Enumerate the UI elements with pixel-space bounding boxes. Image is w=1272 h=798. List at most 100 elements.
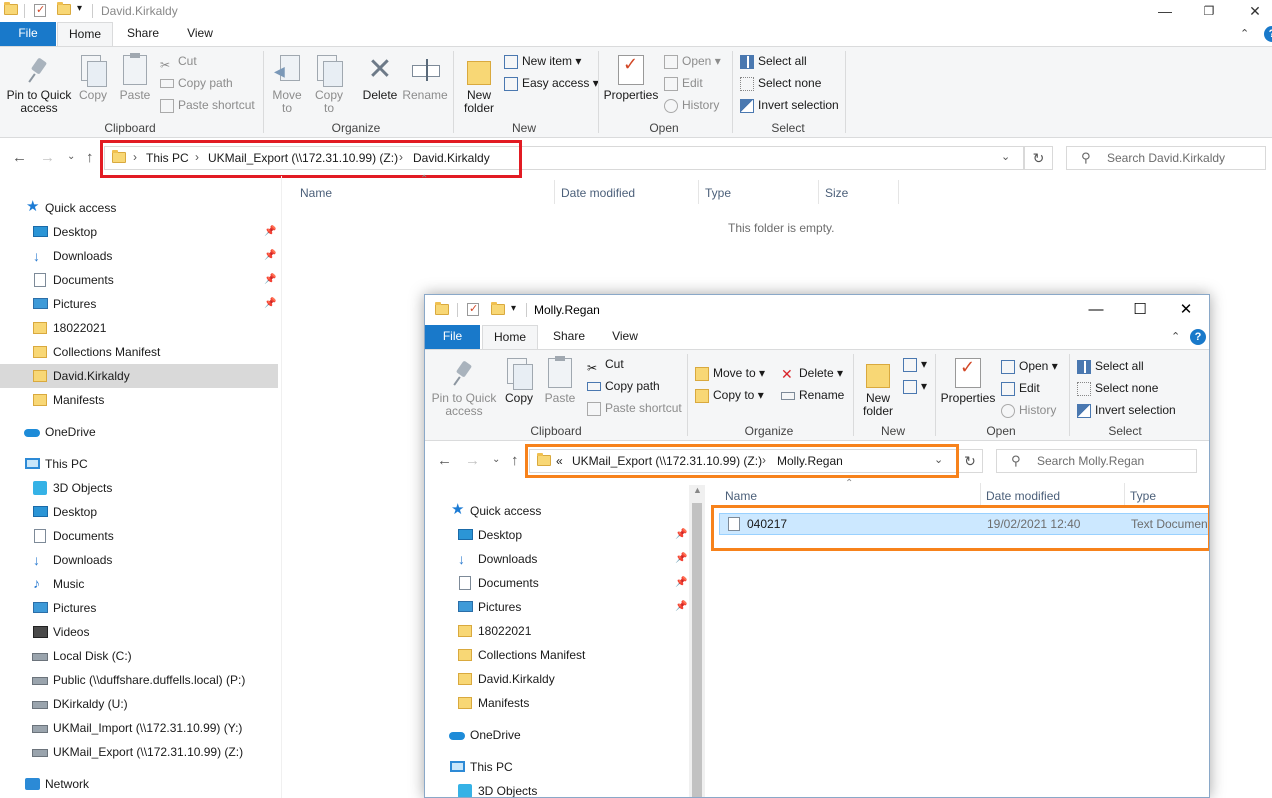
properties-button[interactable]: Properties xyxy=(939,358,997,405)
nav-desktop[interactable]: Desktop 📌 xyxy=(0,220,278,244)
help-icon[interactable]: ? xyxy=(1264,26,1272,42)
column-date-modified[interactable]: Date modified xyxy=(561,186,635,200)
recent-locations-icon[interactable]: ⌄ xyxy=(492,454,500,465)
nav-pc-pictures[interactable]: Pictures xyxy=(0,596,278,620)
nav-music[interactable]: ♪ Music xyxy=(0,572,278,596)
up-button[interactable]: ↑ xyxy=(511,452,519,469)
select-none-button[interactable]: Select none xyxy=(1077,378,1158,398)
new-folder-quick-icon[interactable] xyxy=(491,302,505,318)
new-item-button[interactable]: New item ▾ xyxy=(504,51,581,71)
address-bar[interactable]: › This PC › UKMail_Export (\\172.31.10.9… xyxy=(104,146,1024,170)
nav-david-kirkaldy[interactable]: David.Kirkaldy xyxy=(425,667,689,691)
nav-manifests[interactable]: Manifests xyxy=(425,691,689,715)
pin-quick-access-button[interactable]: Pin to Quick access xyxy=(429,360,499,418)
collapse-ribbon-icon[interactable]: ⌃ xyxy=(1171,330,1180,343)
nav-scroll-thumb[interactable] xyxy=(692,503,702,797)
column-type[interactable]: Type xyxy=(1130,489,1156,503)
copy-path-button[interactable]: Copy path xyxy=(160,73,233,93)
tab-file[interactable]: File xyxy=(425,325,480,349)
back-button[interactable]: ← xyxy=(12,149,27,166)
edit-button[interactable]: Edit xyxy=(1001,378,1040,398)
properties-quick-icon[interactable] xyxy=(467,302,479,319)
paste-button[interactable]: Paste xyxy=(541,356,579,405)
nav-this-pc[interactable]: This PC xyxy=(425,755,689,779)
breadcrumb-ukmail-export[interactable]: UKMail_Export (\\172.31.10.99) (Z:) xyxy=(572,454,762,468)
open-button[interactable]: Open ▾ xyxy=(664,51,721,71)
tab-share[interactable]: Share xyxy=(116,22,170,46)
address-dropdown-icon[interactable]: ⌄ xyxy=(934,453,943,466)
move-to-button[interactable]: Move to ▾ xyxy=(695,363,765,383)
nav-downloads[interactable]: ↓ Downloads 📌 xyxy=(0,244,278,268)
address-bar[interactable]: « UKMail_Export (\\172.31.10.99) (Z:) › … xyxy=(529,449,957,473)
properties-button[interactable]: Properties xyxy=(602,55,660,102)
nav-folder-18022021[interactable]: 18022021 xyxy=(425,619,689,643)
copy-to-button[interactable]: Copy to ▾ xyxy=(695,385,764,405)
select-all-button[interactable]: Select all xyxy=(740,51,807,71)
address-dropdown-icon[interactable]: ⌄ xyxy=(1001,150,1010,163)
column-type[interactable]: Type xyxy=(705,186,731,200)
minimize-button[interactable]: — xyxy=(1142,0,1188,22)
minimize-button[interactable]: — xyxy=(1073,295,1119,325)
close-button[interactable]: ✕ xyxy=(1232,0,1272,22)
maximize-button[interactable]: ☐ xyxy=(1117,295,1163,325)
copy-to-button[interactable]: Copy to xyxy=(310,55,348,115)
select-none-button[interactable]: Select none xyxy=(740,73,821,93)
nav-3d-objects[interactable]: 3D Objects xyxy=(425,779,689,797)
column-name[interactable]: Name xyxy=(725,489,757,503)
tab-view[interactable]: View xyxy=(599,325,651,349)
nav-pictures[interactable]: Pictures 📌 xyxy=(0,292,278,316)
nav-dkirkaldy-u[interactable]: DKirkaldy (U:) xyxy=(0,692,278,716)
scroll-up-icon[interactable]: ▲ xyxy=(693,485,702,495)
invert-selection-button[interactable]: Invert selection xyxy=(1077,400,1176,420)
nav-pc-desktop[interactable]: Desktop xyxy=(0,500,278,524)
rename-button[interactable]: Rename xyxy=(781,385,844,405)
copy-path-button[interactable]: Copy path xyxy=(587,376,660,396)
column-date-modified[interactable]: Date modified xyxy=(986,489,1060,503)
tab-view[interactable]: View xyxy=(174,22,226,46)
recent-locations-icon[interactable]: ⌄ xyxy=(67,151,75,162)
new-folder-quick-icon[interactable] xyxy=(57,2,71,18)
properties-quick-icon[interactable] xyxy=(34,3,46,20)
history-button[interactable]: History xyxy=(1001,400,1056,420)
customize-qa-icon[interactable]: ▾ xyxy=(77,3,82,14)
nav-onedrive[interactable]: OneDrive xyxy=(425,723,689,747)
forward-button[interactable]: → xyxy=(465,452,480,469)
invert-selection-button[interactable]: Invert selection xyxy=(740,95,839,115)
refresh-button[interactable]: ↻ xyxy=(1024,146,1053,170)
breadcrumb-overflow[interactable]: « xyxy=(556,454,563,468)
nav-manifests[interactable]: Manifests xyxy=(0,388,278,412)
pin-quick-access-button[interactable]: Pin to Quick access xyxy=(4,57,74,115)
customize-qa-icon[interactable]: ▾ xyxy=(511,303,516,314)
breadcrumb-molly-regan[interactable]: Molly.Regan xyxy=(777,454,843,468)
tab-share[interactable]: Share xyxy=(541,325,597,349)
new-item-button[interactable]: ▾ xyxy=(903,354,927,374)
file-row[interactable]: 040217 19/02/2021 12:40 Text Document xyxy=(719,513,1209,535)
nav-documents[interactable]: Documents 📌 xyxy=(0,268,278,292)
nav-downloads[interactable]: ↓ Downloads 📌 xyxy=(425,547,689,571)
search-box[interactable]: ⚲ Search Molly.Regan xyxy=(996,449,1197,473)
close-button[interactable]: ✕ xyxy=(1163,295,1209,325)
open-button[interactable]: Open ▾ xyxy=(1001,356,1058,376)
nav-public-p[interactable]: Public (\\duffshare.duffells.local) (P:) xyxy=(0,668,278,692)
restore-button[interactable]: ❐ xyxy=(1186,0,1232,22)
refresh-button[interactable]: ↻ xyxy=(957,449,983,473)
breadcrumb-ukmail-export[interactable]: UKMail_Export (\\172.31.10.99) (Z:) xyxy=(208,151,398,165)
move-to-button[interactable]: Move to xyxy=(268,55,306,115)
search-box[interactable]: ⚲ Search David.Kirkaldy xyxy=(1066,146,1266,170)
delete-button[interactable]: ✕ Delete xyxy=(358,55,402,102)
new-folder-button[interactable]: New folder xyxy=(458,55,500,115)
delete-button[interactable]: ✕ Delete ▾ xyxy=(781,363,843,383)
nav-documents[interactable]: Documents 📌 xyxy=(425,571,689,595)
nav-quick-access[interactable]: ★ Quick access xyxy=(425,499,689,523)
paste-button[interactable]: Paste xyxy=(116,53,154,102)
nav-3d-objects[interactable]: 3D Objects xyxy=(0,476,278,500)
new-folder-button[interactable]: New folder xyxy=(857,358,899,418)
nav-quick-access[interactable]: ★ Quick access xyxy=(0,196,278,220)
help-icon[interactable]: ? xyxy=(1190,329,1206,345)
breadcrumb-david-kirkaldy[interactable]: David.Kirkaldy xyxy=(413,151,490,165)
collapse-ribbon-icon[interactable]: ⌃ xyxy=(1240,27,1249,40)
nav-pictures[interactable]: Pictures 📌 xyxy=(425,595,689,619)
paste-shortcut-button[interactable]: Paste shortcut xyxy=(587,398,682,418)
tab-file[interactable]: File xyxy=(0,22,56,46)
tab-home[interactable]: Home xyxy=(482,325,538,349)
